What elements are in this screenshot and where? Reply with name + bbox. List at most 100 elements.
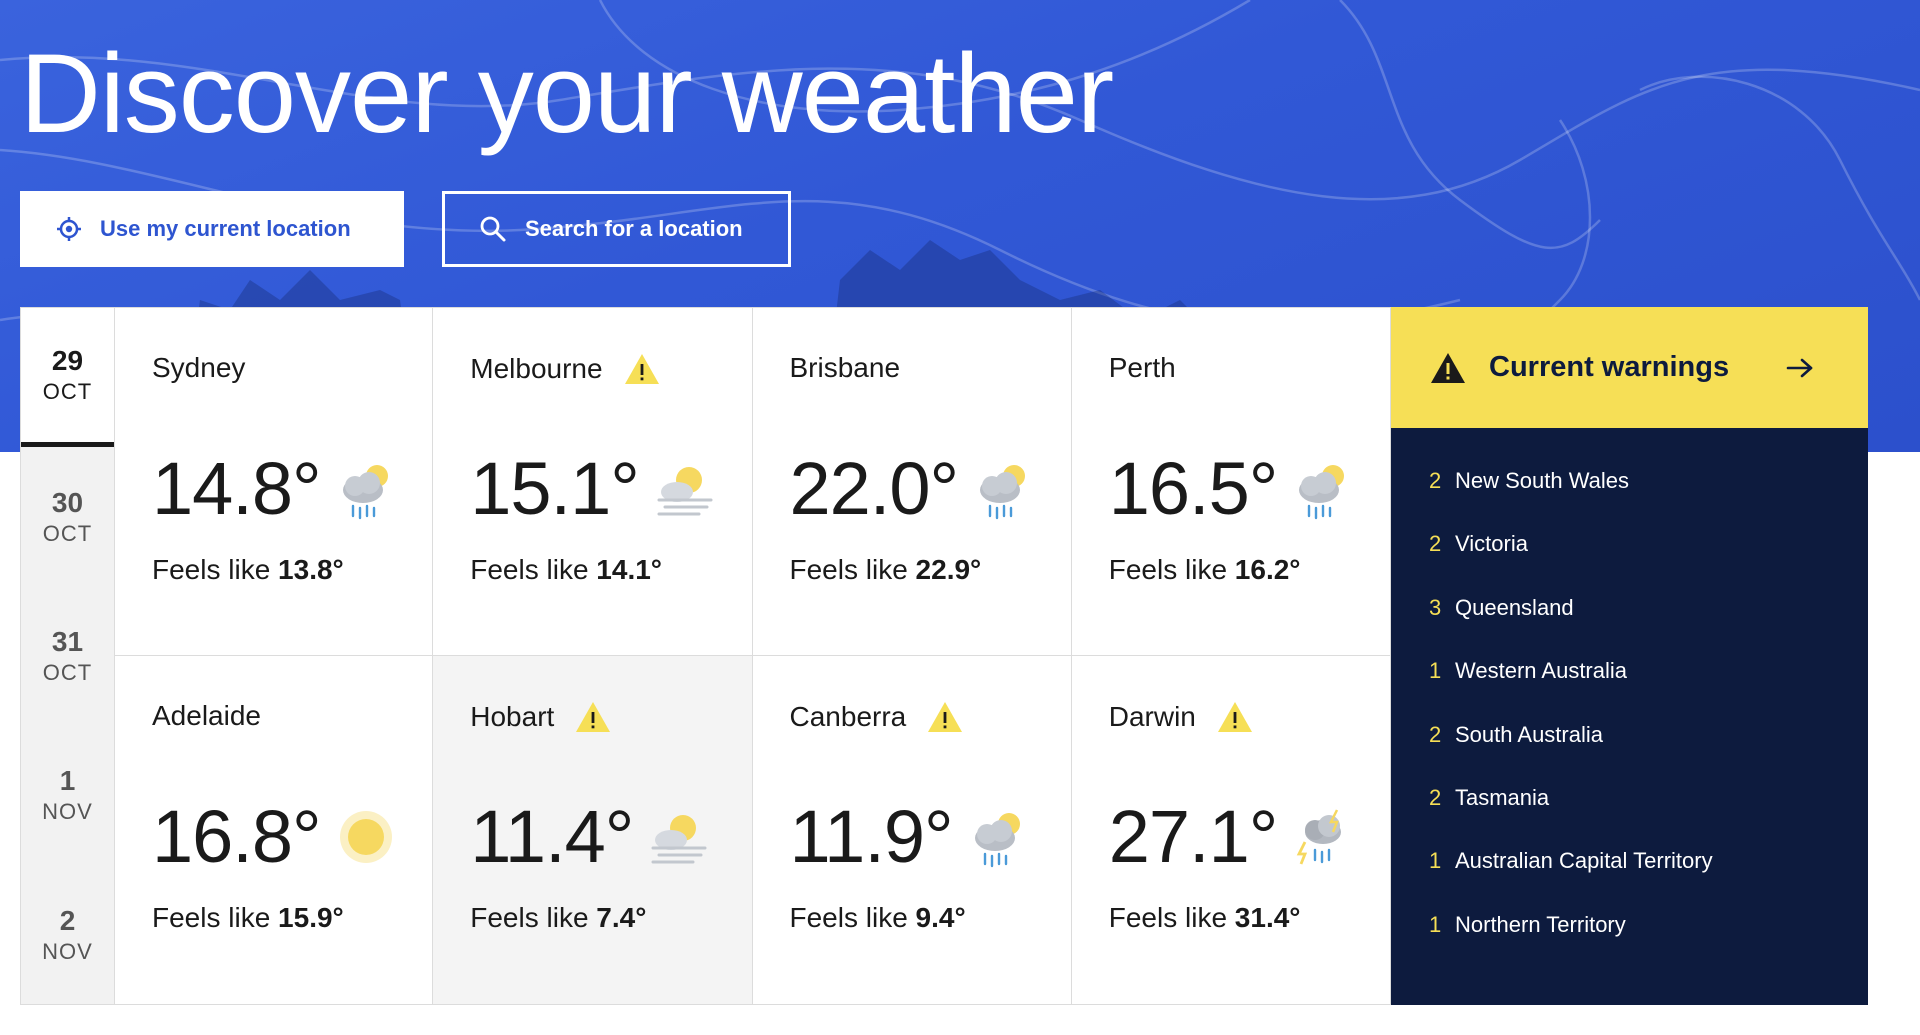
search-icon [480, 216, 506, 242]
date-month: OCT [42, 521, 93, 547]
city-card-hobart[interactable]: Hobart 11.4° Feels like 7.4° [433, 656, 753, 1005]
feels-like-value: 9.4° [915, 902, 966, 933]
city-name: Sydney [152, 352, 246, 383]
date-month: NOV [42, 799, 93, 825]
current-temperature: 22.0° [789, 447, 960, 530]
date-month: OCT [42, 379, 93, 405]
warning-item-sa[interactable]: 2 South Australia [1391, 722, 1868, 785]
feels-like-label: Feels like [789, 554, 908, 585]
feels-like-value: 16.2° [1234, 554, 1301, 585]
city-name: Brisbane [789, 352, 901, 383]
city-name: Melbourne [470, 353, 603, 384]
date-day: 2 [59, 904, 76, 936]
current-temperature: 14.8° [152, 447, 322, 530]
date-tab-29-oct[interactable]: 29 OCT [21, 308, 114, 448]
feels-like: Feels like 22.9° [790, 554, 982, 586]
city-card-darwin[interactable]: Darwin 27.1° Feels like 31.4° [1071, 656, 1391, 1005]
warning-count: 2 [1429, 531, 1442, 557]
city-card-brisbane[interactable]: Brisbane 22.0° Feels like 22.9° [752, 307, 1072, 656]
feels-like-label: Feels like [152, 554, 271, 585]
date-tab-30-oct[interactable]: 30 OCT [21, 447, 114, 586]
current-temperature: 11.4° [470, 795, 634, 878]
feels-like-label: Feels like [789, 902, 908, 933]
warning-region: Victoria [1455, 531, 1528, 557]
date-tabs: 29 OCT 30 OCT 31 OCT 1 NOV 2 NOV [20, 307, 114, 1005]
city-card-adelaide[interactable]: Adelaide 16.8° Feels like 15.9° [114, 656, 434, 1005]
city-card-canberra[interactable]: Canberra 11.9° Feels like 9.4° [752, 656, 1072, 1005]
feels-like: Feels like 16.2° [1109, 554, 1301, 586]
warning-region: South Australia [1455, 721, 1603, 747]
city-card-melbourne[interactable]: Melbourne 15.1° Feels like 14.1° [433, 307, 753, 656]
date-tab-2-nov[interactable]: 2 NOV [21, 865, 114, 1004]
use-current-location-button[interactable]: Use my current location [20, 191, 404, 267]
city-name: Perth [1108, 352, 1176, 383]
feels-like-label: Feels like [152, 902, 271, 933]
city-name: Darwin [1108, 701, 1196, 732]
warning-region: New South Wales [1455, 468, 1630, 493]
warning-item-nt[interactable]: 1 Northern Territory [1391, 912, 1868, 975]
date-tab-1-nov[interactable]: 1 NOV [21, 726, 114, 865]
warning-item-wa[interactable]: 1 Western Australia [1391, 658, 1868, 721]
feels-like-value: 15.9° [278, 902, 344, 933]
search-location-label: Search for a location [525, 216, 743, 241]
feels-like-value: 13.8° [278, 554, 344, 585]
feels-like: Feels like 9.4° [790, 902, 966, 934]
feels-like-value: 22.9° [915, 554, 982, 585]
feels-like: Feels like 31.4° [1109, 902, 1301, 934]
thunderstorm-icon [1297, 808, 1342, 865]
feels-like-label: Feels like [470, 902, 589, 933]
feels-like-label: Feels like [470, 554, 589, 585]
warning-icon [1431, 352, 1465, 383]
fog-sun-icon [651, 814, 707, 863]
warning-count: 3 [1429, 594, 1442, 620]
search-location-button[interactable]: Search for a location [442, 191, 791, 267]
warning-count: 1 [1429, 848, 1442, 874]
date-tab-31-oct[interactable]: 31 OCT [21, 586, 114, 725]
warning-count: 2 [1429, 468, 1442, 493]
current-temperature: 15.1° [470, 447, 640, 530]
current-warnings-link[interactable]: Current warnings [1391, 307, 1868, 428]
date-day: 29 [51, 345, 84, 377]
feels-like: Feels like 15.9° [152, 902, 344, 934]
city-card-sydney[interactable]: Sydney 14.8° Feels like 13.8° [114, 307, 434, 656]
forecast-panel: 29 OCT 30 OCT 31 OCT 1 NOV 2 NOV Sydney … [20, 307, 1868, 1005]
date-day: 31 [51, 626, 84, 658]
date-day: 30 [51, 487, 84, 519]
current-temperature: 16.5° [1108, 447, 1279, 530]
rain-cloud-sun-icon [980, 464, 1026, 519]
warning-region: Western Australia [1455, 658, 1628, 684]
arrow-right-icon [1786, 358, 1813, 377]
warning-item-vic[interactable]: 2 Victoria [1391, 531, 1868, 594]
feels-like-value: 31.4° [1234, 902, 1301, 933]
warning-icon [624, 354, 659, 384]
crosshair-icon [57, 217, 81, 241]
feels-like: Feels like 14.1° [470, 554, 662, 586]
rain-cloud-sun-icon [342, 464, 388, 519]
feels-like: Feels like 7.4° [470, 902, 646, 934]
current-warnings-panel: Current warnings 2 New South Wales 2 Vic… [1391, 307, 1868, 1005]
city-name: Canberra [789, 701, 907, 732]
feels-like-label: Feels like [1108, 554, 1228, 585]
warning-item-act[interactable]: 1 Australian Capital Territory [1391, 848, 1868, 911]
sun-icon [339, 810, 392, 863]
use-current-location-label: Use my current location [100, 216, 351, 241]
rain-cloud-sun-icon [974, 812, 1020, 867]
warning-item-tas[interactable]: 2 Tasmania [1391, 785, 1868, 848]
page-title: Discover your weather [20, 31, 1114, 156]
city-card-perth[interactable]: Perth 16.5° Feels like 16.2° [1071, 307, 1391, 656]
current-warnings-title: Current warnings [1489, 351, 1730, 383]
warning-item-nsw[interactable]: 2 New South Wales [1391, 468, 1868, 531]
feels-like: Feels like 13.8° [152, 554, 344, 586]
warning-region: Tasmania [1455, 784, 1550, 810]
current-temperature: 27.1° [1108, 795, 1279, 878]
warning-region: Queensland [1455, 594, 1574, 620]
fog-sun-icon [657, 466, 713, 515]
warnings-list: 2 New South Wales 2 Victoria 3 Queenslan… [1391, 428, 1868, 1005]
warning-icon [1217, 702, 1252, 732]
date-month: NOV [42, 938, 93, 964]
city-name: Adelaide [152, 700, 261, 731]
warning-item-qld[interactable]: 3 Queensland [1391, 595, 1868, 658]
feels-like-label: Feels like [1108, 902, 1228, 933]
warning-region: Australian Capital Territory [1455, 848, 1713, 874]
current-temperature: 16.8° [152, 795, 322, 878]
